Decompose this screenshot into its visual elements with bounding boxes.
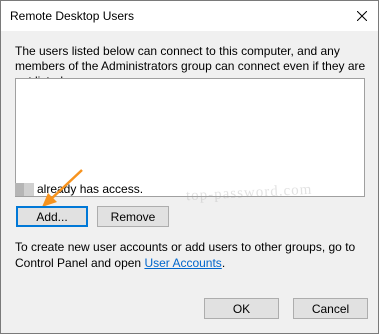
dialog-body: The users listed below can connect to th… [1,31,378,333]
title-bar: Remote Desktop Users [1,1,378,31]
close-icon [357,11,367,21]
instructions-text: To create new user accounts or add users… [15,239,367,271]
arrow-icon [42,169,83,207]
remote-desktop-users-dialog: Remote Desktop Users The users listed be… [0,0,379,334]
close-button[interactable] [346,1,378,31]
user-accounts-link[interactable]: User Accounts [144,256,221,270]
instructions-suffix: . [221,256,226,270]
ok-button[interactable]: OK [204,298,279,319]
add-button[interactable]: Add... [16,206,88,227]
user-icon [15,182,34,196]
cancel-button[interactable]: Cancel [293,298,368,319]
remove-button[interactable]: Remove [97,206,169,227]
window-title: Remote Desktop Users [10,9,135,23]
